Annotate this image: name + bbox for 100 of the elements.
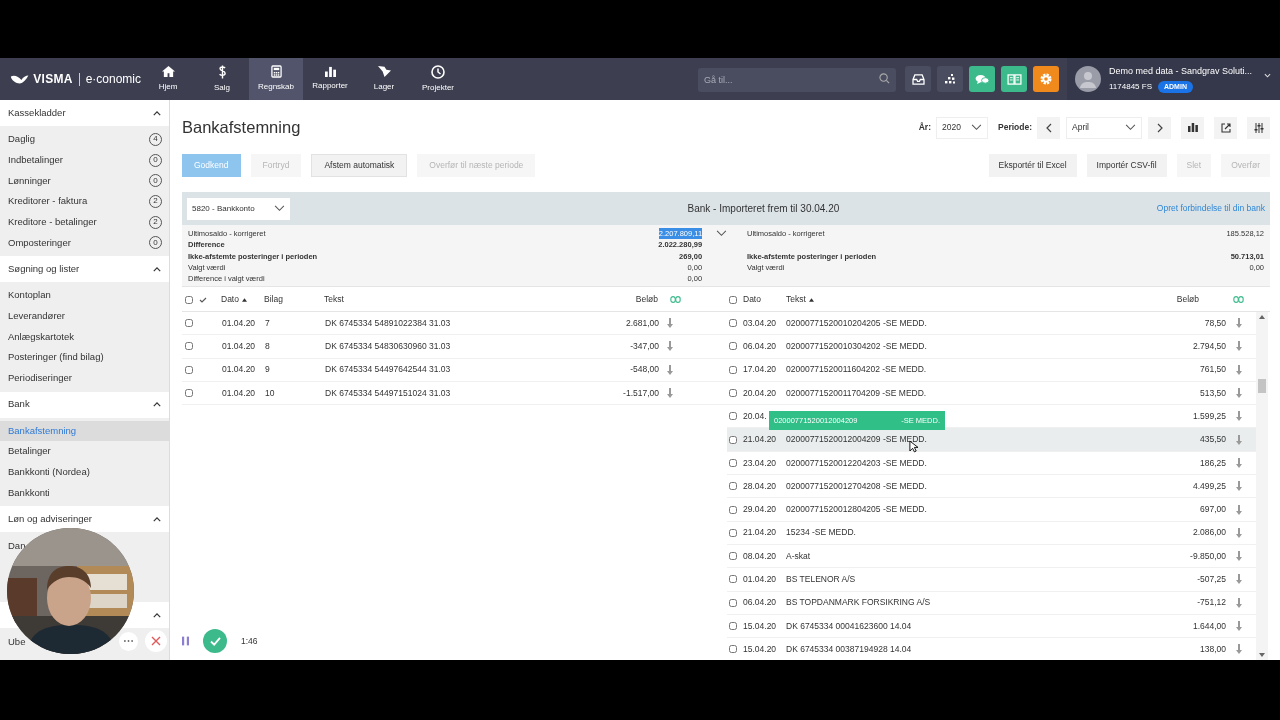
- table-row[interactable]: 08.04.20 A-skat -9.850,00: [727, 544, 1256, 569]
- account-select[interactable]: 5820 - Bankkonto: [187, 197, 290, 220]
- toolbar-button[interactable]: [905, 66, 931, 92]
- checkbox[interactable]: [729, 598, 737, 607]
- checkbox[interactable]: [729, 505, 737, 514]
- column-header[interactable]: Bilag: [264, 293, 324, 306]
- table-row[interactable]: 20.04.20 02000771520011704209 -SE MEDD. 513,50: [727, 381, 1256, 406]
- down-arrow-icon[interactable]: [1236, 621, 1242, 631]
- account-name[interactable]: Demo med data - Sandgrav Soluti...: [1109, 65, 1253, 79]
- sidebar-item[interactable]: Bankkonti: [8, 485, 50, 501]
- sidebar-item[interactable]: Anlægskartotek: [8, 329, 74, 344]
- previous-button[interactable]: [1037, 116, 1060, 139]
- sidebar-item[interactable]: Periodiseringer: [8, 371, 72, 386]
- table-row[interactable]: 06.04.20 02000771520010304202 -SE MEDD. 2.794,50: [727, 335, 1256, 359]
- checkbox[interactable]: [185, 319, 193, 328]
- action-button[interactable]: Eksportér til Excel: [988, 154, 1077, 177]
- section-title[interactable]: Bank: [8, 397, 30, 412]
- checkbox[interactable]: [729, 482, 737, 491]
- nav-tab[interactable]: Salg: [195, 58, 249, 100]
- down-arrow-icon[interactable]: [667, 388, 673, 399]
- scroll-up-icon[interactable]: [1259, 315, 1265, 319]
- down-arrow-icon[interactable]: [1236, 318, 1242, 329]
- table-row[interactable]: 23.04.20 02000771520012204203 -SE MEDD. 186,25: [727, 451, 1256, 476]
- down-arrow-icon[interactable]: [1236, 551, 1242, 562]
- avatar-icon[interactable]: [1075, 66, 1101, 92]
- scroll-down-icon[interactable]: [1259, 653, 1265, 657]
- checkbox[interactable]: [185, 365, 193, 374]
- down-arrow-icon[interactable]: [1236, 341, 1242, 352]
- down-arrow-icon[interactable]: [1236, 504, 1242, 515]
- link-icon[interactable]: [1233, 296, 1244, 303]
- scrollbar-thumb[interactable]: [1258, 379, 1266, 393]
- year-select[interactable]: 2020: [936, 116, 988, 139]
- nav-tab[interactable]: Lager: [357, 58, 411, 100]
- down-arrow-icon[interactable]: [1236, 434, 1242, 445]
- column-header[interactable]: Dato: [221, 293, 264, 306]
- sidebar-item[interactable]: Kontoplan: [8, 288, 51, 303]
- table-row[interactable]: 21.04.20 02000771520012004209 -SE MEDD. 435,50: [727, 428, 1256, 452]
- table-row[interactable]: 29.04.20 02000771520012804205 -SE MEDD. 697,00: [727, 498, 1256, 522]
- table-row[interactable]: 15.04.20 DK 6745334 00041623600 14.04 1.644,00: [727, 614, 1256, 639]
- link-icon[interactable]: [670, 296, 681, 303]
- column-header[interactable]: Beløb: [1139, 293, 1199, 306]
- caret-icon[interactable]: [1264, 72, 1272, 78]
- checkbox[interactable]: [729, 365, 737, 374]
- checkbox[interactable]: [729, 295, 737, 304]
- checkbox[interactable]: [729, 552, 737, 561]
- down-arrow-icon[interactable]: [1236, 364, 1242, 375]
- down-arrow-icon[interactable]: [667, 318, 673, 329]
- nav-tab[interactable]: Hjem: [141, 58, 195, 100]
- export-button[interactable]: [1214, 116, 1237, 139]
- checkbox[interactable]: [729, 342, 737, 351]
- down-arrow-icon[interactable]: [1236, 527, 1242, 538]
- table-row[interactable]: 21.04.20 15234 -SE MEDD. 2.086,00: [727, 521, 1256, 545]
- nav-tab[interactable]: Rapporter: [303, 58, 357, 100]
- table-row[interactable]: 06.04.20 BS TOPDANMARK FORSIKRING A/S -751,12: [727, 591, 1256, 615]
- chevron-down-icon[interactable]: [716, 230, 727, 237]
- sidebar-item[interactable]: Ube: [8, 634, 26, 649]
- action-button[interactable]: Afstem automatisk: [311, 154, 408, 177]
- down-arrow-icon[interactable]: [667, 364, 673, 375]
- sidebar-item[interactable]: Indbetalinger: [8, 152, 63, 168]
- sidebar-item[interactable]: Kreditorer - faktura: [8, 194, 88, 209]
- sidebar-item[interactable]: Dan: [8, 538, 26, 553]
- table-row[interactable]: 17.04.20 02000771520011604202 -SE MEDD. 761,50: [727, 358, 1256, 382]
- down-arrow-icon[interactable]: [1236, 411, 1242, 422]
- search-field[interactable]: Gå til...: [698, 68, 896, 92]
- down-arrow-icon[interactable]: [667, 341, 673, 352]
- checkbox[interactable]: [729, 389, 737, 398]
- settings-button[interactable]: [1247, 116, 1270, 139]
- checkbox[interactable]: [729, 412, 737, 421]
- search-icon[interactable]: [879, 73, 890, 84]
- checkbox[interactable]: [185, 342, 193, 351]
- sidebar-item[interactable]: Omposteringer: [8, 235, 71, 250]
- down-arrow-icon[interactable]: [1236, 597, 1242, 608]
- toolbar-button[interactable]: [937, 66, 963, 92]
- sidebar-item[interactable]: Posteringer (find bilag): [8, 350, 104, 365]
- sidebar-item[interactable]: Kreditore - betalinger: [8, 214, 97, 230]
- table-row[interactable]: 03.04.20 02000771520010204205 -SE MEDD. 78,50: [727, 312, 1256, 336]
- sidebar-item[interactable]: Lønninger: [8, 173, 51, 188]
- checkbox[interactable]: [729, 622, 737, 630]
- nav-tab[interactable]: Regnskab: [249, 58, 303, 100]
- column-header[interactable]: Beløb: [584, 293, 658, 306]
- down-arrow-icon[interactable]: [1236, 481, 1242, 492]
- sidebar-item[interactable]: Betalinger: [8, 444, 51, 459]
- sidebar-item[interactable]: Leverandører: [8, 309, 66, 324]
- column-header[interactable]: Tekst: [786, 293, 1139, 306]
- checkbox[interactable]: [185, 295, 193, 304]
- down-arrow-icon[interactable]: [1236, 388, 1242, 399]
- sidebar-item[interactable]: Daglig: [8, 132, 35, 147]
- checkbox[interactable]: [729, 435, 737, 444]
- checkbox[interactable]: [729, 575, 737, 584]
- checkbox[interactable]: [729, 528, 737, 537]
- action-button[interactable]: Importér CSV-fil: [1086, 154, 1167, 177]
- chart-button[interactable]: [1181, 116, 1204, 139]
- table-row[interactable]: 28.04.20 02000771520012704208 -SE MEDD. 4.499,25: [727, 475, 1256, 499]
- nav-tab[interactable]: Projekter: [411, 58, 465, 100]
- period-select[interactable]: April: [1066, 116, 1142, 139]
- down-arrow-icon[interactable]: [1236, 457, 1242, 468]
- next-button[interactable]: [1148, 116, 1171, 139]
- sidebar-item[interactable]: Bankkonti (Nordea): [8, 465, 90, 480]
- checkbox[interactable]: [729, 319, 737, 328]
- scrollbar[interactable]: [1256, 312, 1268, 660]
